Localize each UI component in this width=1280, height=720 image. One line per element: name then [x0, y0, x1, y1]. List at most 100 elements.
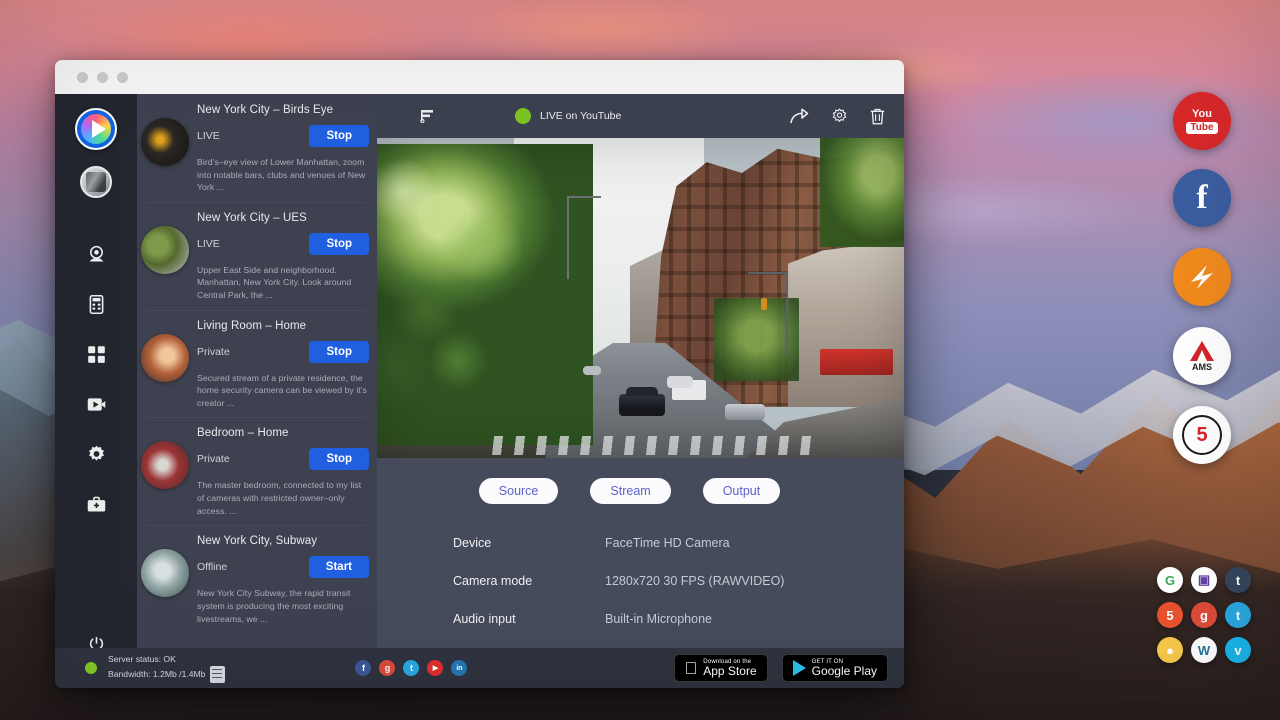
app-logo-inner: [81, 114, 111, 144]
camera-status: Private: [197, 346, 230, 358]
camera-toggle-button[interactable]: Stop: [309, 233, 369, 255]
app-store-text: Download on the App Store: [703, 659, 756, 678]
dock-small-flickr[interactable]: ●: [1157, 637, 1183, 663]
info-row-camera-mode: Camera mode 1280x720 30 FPS (RAWVIDEO): [453, 574, 904, 588]
play-icon: [92, 120, 106, 138]
app-store-big: App Store: [703, 665, 756, 678]
camera-list-item[interactable]: Bedroom – Home Private Stop The master b…: [137, 417, 377, 525]
social-youtube-icon[interactable]: ▶: [427, 660, 443, 676]
dock-small-twitch[interactable]: ▣: [1191, 567, 1217, 593]
youtube-top-text: You: [1192, 109, 1212, 120]
camera-thumbnail: [141, 549, 189, 597]
settings-button[interactable]: [830, 107, 849, 126]
social-google-plus-icon[interactable]: g: [379, 660, 395, 676]
camera-list-item[interactable]: New York City – UES LIVE Stop Upper East…: [137, 202, 377, 310]
sidebar-item-device[interactable]: [74, 282, 118, 326]
status-social-links: f g t ▶ in: [355, 660, 467, 676]
social-linkedin-icon[interactable]: in: [451, 660, 467, 676]
camera-info: Bedroom – Home Private Stop The master b…: [197, 427, 369, 517]
window-maximize-button[interactable]: [117, 72, 128, 83]
dock-small-wordpress[interactable]: W: [1191, 637, 1217, 663]
window-titlebar: [55, 60, 904, 94]
camera-status-row: Private Stop: [197, 341, 369, 363]
info-label: Audio input: [453, 612, 605, 626]
server-status-text: Server status: OK: [108, 653, 225, 665]
gplus-glyph: g: [1200, 608, 1208, 623]
lightning-icon: [1185, 260, 1219, 294]
camera-list-item[interactable]: New York City – Birds Eye LIVE Stop Bird…: [137, 94, 377, 202]
tab-output[interactable]: Output: [703, 478, 781, 504]
app-store-badge[interactable]:  Download on the App Store: [674, 654, 768, 682]
five-glyph: 5: [1196, 424, 1207, 447]
dock-small-google[interactable]: G: [1157, 567, 1183, 593]
google-play-big: Google Play: [812, 665, 877, 678]
camera-toggle-button[interactable]: Stop: [309, 125, 369, 147]
tab-source[interactable]: Source: [479, 478, 559, 504]
sidebar-item-grid[interactable]: [74, 332, 118, 376]
camera-list-item[interactable]: New York City, Subway Offline Start New …: [137, 525, 377, 633]
video-preview[interactable]: [377, 138, 904, 458]
camera-description: The master bedroom, connected to my list…: [197, 479, 369, 517]
dock-icon-adobe-ams[interactable]: AMS: [1173, 327, 1231, 385]
settings-tabs: Source Stream Output: [377, 458, 882, 504]
gear-icon: [86, 444, 107, 465]
sidebar-item-camera[interactable]: [74, 232, 118, 276]
tab-stream[interactable]: Stream: [590, 478, 670, 504]
camera-info: New York City – Birds Eye LIVE Stop Bird…: [197, 104, 369, 194]
camera-status-row: LIVE Stop: [197, 125, 369, 147]
dock-icon-youtube[interactable]: You Tube: [1173, 92, 1231, 150]
camera-thumbnail: [141, 334, 189, 382]
window-close-button[interactable]: [77, 72, 88, 83]
dock-small-five[interactable]: 5: [1157, 602, 1183, 628]
camera-toggle-button[interactable]: Stop: [309, 448, 369, 470]
store-badges:  Download on the App Store GET IT ON Go…: [674, 654, 889, 682]
camera-toggle-button[interactable]: Stop: [309, 341, 369, 363]
info-value[interactable]: FaceTime HD Camera: [605, 536, 730, 550]
share-button[interactable]: [790, 107, 810, 125]
sidebar-item-toolkit[interactable]: [74, 482, 118, 526]
scene-vignette: [377, 138, 904, 458]
camera-title: Living Room – Home: [197, 320, 369, 332]
sidebar-item-video[interactable]: [74, 382, 118, 426]
live-status-label: LIVE on YouTube: [540, 110, 621, 122]
google-glyph: G: [1165, 573, 1175, 588]
delete-button[interactable]: [869, 107, 886, 126]
list-icon-button[interactable]: [417, 108, 439, 124]
window-minimize-button[interactable]: [97, 72, 108, 83]
camera-thumbnail: [141, 118, 189, 166]
dock-icon-wowza[interactable]: [1173, 248, 1231, 306]
sidebar-item-settings[interactable]: [74, 432, 118, 476]
app-logo[interactable]: [75, 108, 117, 150]
dock-small-google-plus[interactable]: g: [1191, 602, 1217, 628]
google-play-badge[interactable]: GET IT ON Google Play: [782, 654, 888, 682]
app-body: New York City – Birds Eye LIVE Stop Bird…: [55, 94, 904, 688]
dock-small-vimeo[interactable]: v: [1225, 637, 1251, 663]
five-small-glyph: 5: [1166, 608, 1173, 623]
sidebar-rail: [55, 94, 137, 688]
vimeo-glyph: v: [1234, 643, 1241, 658]
toolkit-icon: [86, 494, 107, 515]
twitter-glyph: t: [1236, 608, 1240, 623]
camera-list-item[interactable]: Living Room – Home Private Stop Secured …: [137, 310, 377, 418]
camera-toggle-button[interactable]: Start: [309, 556, 369, 578]
gear-icon: [830, 107, 849, 126]
info-row-audio-input: Audio input Built-in Microphone: [453, 612, 904, 626]
dock-icon-facebook[interactable]: f: [1173, 169, 1231, 227]
camera-title: New York City – UES: [197, 212, 369, 224]
camera-thumbnail: [141, 226, 189, 274]
wordpress-glyph: W: [1198, 643, 1210, 658]
camera-thumbnail: [141, 441, 189, 489]
user-avatar[interactable]: [80, 166, 112, 198]
toolbar-actions: [790, 107, 886, 126]
dock-icon-channel-five[interactable]: 5: [1173, 406, 1231, 464]
dock-small-twitter[interactable]: t: [1225, 602, 1251, 628]
info-row-device: Device FaceTime HD Camera: [453, 536, 904, 550]
log-icon[interactable]: [210, 666, 225, 683]
info-value[interactable]: 1280x720 30 FPS (RAWVIDEO): [605, 574, 784, 588]
flickr-glyph: ●: [1166, 643, 1174, 658]
social-facebook-icon[interactable]: f: [355, 660, 371, 676]
social-twitter-icon[interactable]: t: [403, 660, 419, 676]
dock-small-tumblr[interactable]: t: [1225, 567, 1251, 593]
video-icon: [86, 394, 107, 415]
info-value[interactable]: Built-in Microphone: [605, 612, 712, 626]
